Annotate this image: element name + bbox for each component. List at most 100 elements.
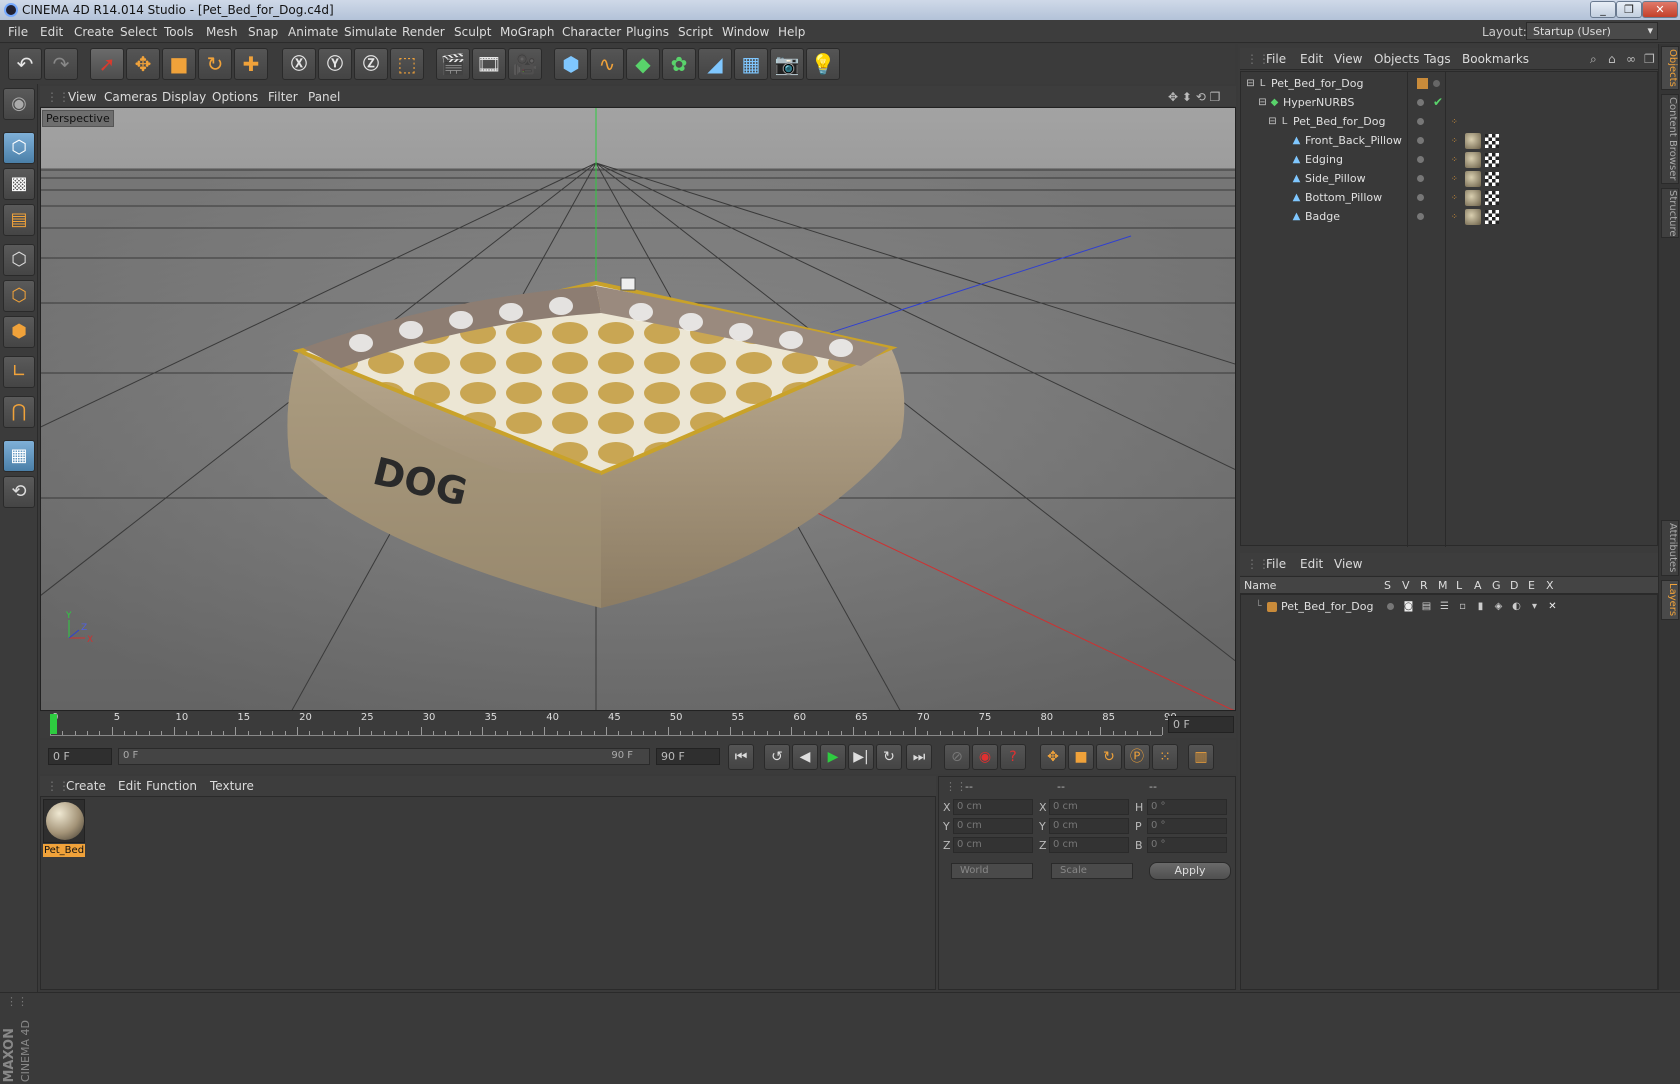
create-tool-button[interactable]: ✚ (234, 48, 268, 80)
redo-button[interactable]: ↷ (44, 48, 78, 80)
tab-layers[interactable]: Layers (1661, 580, 1679, 620)
objects-menu-view[interactable]: View (1334, 52, 1362, 66)
xref-toggle-icon[interactable]: ✕ (1547, 601, 1558, 612)
menu-tools[interactable]: Tools (164, 25, 194, 39)
apply-button[interactable]: Apply (1149, 862, 1231, 880)
visibility-dot[interactable] (1417, 213, 1424, 220)
deformers-toggle-icon[interactable]: ◐ (1511, 601, 1522, 612)
go-to-end-button[interactable]: ⏭ (906, 744, 932, 770)
visibility-dot[interactable] (1417, 175, 1424, 182)
next-frame-button[interactable]: ▶| (848, 744, 874, 770)
coordinate-mode-dropdown[interactable]: World (951, 863, 1033, 879)
layer-color-swatch[interactable] (1267, 602, 1277, 612)
menu-mograph[interactable]: MoGraph (500, 25, 555, 39)
size-y-field[interactable]: 0 cm (1049, 818, 1129, 834)
material-menu-texture[interactable]: Texture (210, 779, 254, 793)
material-item[interactable]: Pet_Bed (43, 799, 85, 857)
collapse-icon[interactable]: ⊟ (1257, 97, 1268, 108)
material-manager-area[interactable]: Pet_Bed (40, 796, 936, 990)
solo-toggle-icon[interactable] (1387, 603, 1394, 610)
uvw-tag-icon[interactable] (1485, 210, 1499, 224)
layer-col-generators[interactable]: G (1492, 579, 1501, 592)
viewport-menu-options[interactable]: Options (212, 90, 258, 104)
current-frame-field[interactable]: 0 F (1168, 716, 1234, 733)
tab-objects[interactable]: Objects (1661, 46, 1679, 90)
material-menu-function[interactable]: Function (146, 779, 197, 793)
objects-menu-tags[interactable]: Tags (1424, 52, 1451, 66)
key-rotation-button[interactable]: ↻ (1096, 744, 1122, 770)
mograph-cloner-button[interactable]: ✿ (662, 48, 696, 80)
texture-tag-icon[interactable] (1465, 209, 1481, 225)
move-tool-button[interactable]: ✥ (126, 48, 160, 80)
expressions-toggle-icon[interactable]: ▾ (1529, 601, 1540, 612)
size-mode-dropdown[interactable]: Scale (1051, 863, 1133, 879)
object-row[interactable]: ▲ Side_Pillow ⁘ (1241, 169, 1657, 189)
material-menu-create[interactable]: Create (66, 779, 106, 793)
size-x-field[interactable]: 0 cm (1049, 799, 1129, 815)
lock-toggle-icon[interactable]: ▫ (1457, 601, 1468, 612)
viewport-menu-view[interactable]: View (68, 90, 96, 104)
position-y-field[interactable]: 0 cm (953, 818, 1033, 834)
object-row[interactable]: ⊟ L Pet_Bed_for_Dog (1241, 74, 1657, 94)
layout-dropdown[interactable]: Startup (User) ▾ (1526, 22, 1658, 40)
texture-tag-icon[interactable] (1465, 171, 1481, 187)
edges-mode-button[interactable]: ⬡ (3, 280, 35, 312)
layers-menu-edit[interactable]: Edit (1300, 557, 1323, 571)
timeline-window-button[interactable]: ▥ (1188, 744, 1214, 770)
menu-select[interactable]: Select (120, 25, 157, 39)
menu-mesh[interactable]: Mesh (206, 25, 238, 39)
menu-script[interactable]: Script (678, 25, 713, 39)
new-window-icon[interactable]: ❐ (1644, 52, 1655, 66)
objects-menu-file[interactable]: File (1266, 52, 1286, 66)
rotate-tool-button[interactable]: ↻ (198, 48, 232, 80)
collapse-icon[interactable]: ⊟ (1267, 116, 1278, 127)
render-toggle-icon[interactable]: ▤ (1421, 601, 1432, 612)
scale-tool-button[interactable]: ■ (162, 48, 196, 80)
subdivision-surface-button[interactable]: ◆ (626, 48, 660, 80)
end-frame-field[interactable]: 90 F (656, 748, 720, 765)
object-row[interactable]: ▲ Edging ⁘ (1241, 150, 1657, 170)
uvw-tag-icon[interactable] (1485, 153, 1499, 167)
layer-col-render[interactable]: R (1420, 579, 1428, 592)
timeline-ruler[interactable]: 051015202530354045505560657075808590 0 F (40, 712, 1236, 738)
render-settings-button[interactable]: 🎥 (508, 48, 542, 80)
timeline-track[interactable]: 051015202530354045505560657075808590 (50, 712, 1177, 736)
objects-menu-bookmarks[interactable]: Bookmarks (1462, 52, 1529, 66)
viewport-menu-panel[interactable]: Panel (308, 90, 340, 104)
floor-scene-button[interactable]: ▦ (734, 48, 768, 80)
current-frame-marker[interactable] (50, 714, 57, 734)
menu-character[interactable]: Character (562, 25, 621, 39)
deformer-bend-button[interactable]: ◢ (698, 48, 732, 80)
coordinate-system-button[interactable]: ⬚ (390, 48, 424, 80)
y-axis-lock-button[interactable]: Ⓨ (318, 48, 352, 80)
objects-menu-objects[interactable]: Objects (1374, 52, 1419, 66)
link-icon[interactable]: ∞ (1626, 52, 1636, 66)
object-row[interactable]: ▲ Bottom_Pillow ⁘ (1241, 188, 1657, 208)
layer-col-locked[interactable]: L (1456, 579, 1462, 592)
layer-col-expressions[interactable]: E (1528, 579, 1535, 592)
visibility-dot[interactable] (1417, 156, 1424, 163)
layers-menu-file[interactable]: File (1266, 557, 1286, 571)
light-button[interactable]: 💡 (806, 48, 840, 80)
object-row[interactable]: ⊟ ◆ HyperNURBS ✔ (1241, 93, 1657, 113)
camera-button[interactable]: 📷 (770, 48, 804, 80)
tab-structure[interactable]: Structure (1661, 188, 1679, 238)
snap-magnet-button[interactable]: ⋂ (3, 396, 35, 428)
spline-pen-button[interactable]: ∿ (590, 48, 624, 80)
viewport-menu-display[interactable]: Display (162, 90, 206, 104)
cube-primitive-button[interactable]: ⬢ (554, 48, 588, 80)
live-selection-tool-button[interactable]: ➚ (90, 48, 124, 80)
tab-content-browser[interactable]: Content Browser (1661, 94, 1679, 184)
next-key-button[interactable]: ↻ (876, 744, 902, 770)
previous-key-button[interactable]: ↺ (764, 744, 790, 770)
render-view-button[interactable]: 🎬 (436, 48, 470, 80)
previous-frame-button[interactable]: ◀ (792, 744, 818, 770)
material-menu-edit[interactable]: Edit (118, 779, 141, 793)
uvw-tag-icon[interactable] (1485, 134, 1499, 148)
layer-col-deformers[interactable]: D (1510, 579, 1518, 592)
visibility-dot[interactable] (1417, 194, 1424, 201)
go-to-start-button[interactable]: ⏮ (728, 744, 754, 770)
size-z-field[interactable]: 0 cm (1049, 837, 1129, 853)
rotation-p-field[interactable]: 0 ° (1147, 818, 1227, 834)
object-row[interactable]: ⊟ L Pet_Bed_for_Dog ⁘ (1241, 112, 1657, 132)
